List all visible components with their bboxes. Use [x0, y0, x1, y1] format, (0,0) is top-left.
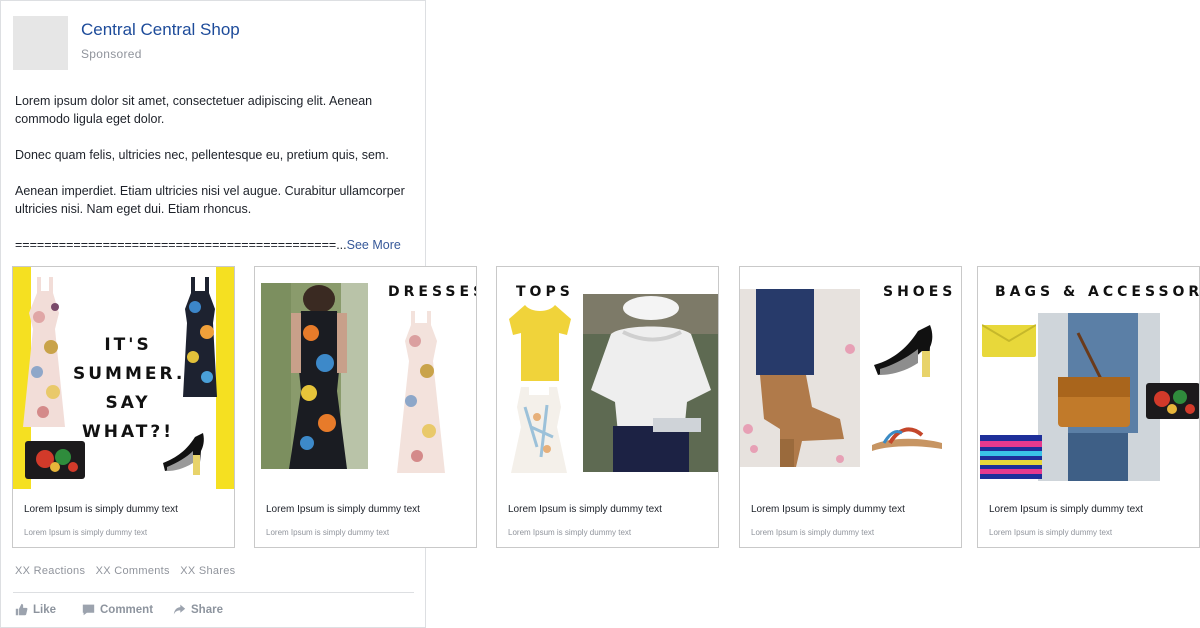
- card-title[interactable]: Lorem Ipsum is simply dummy text: [751, 504, 905, 515]
- see-more-link[interactable]: See More: [347, 238, 401, 252]
- card-image-summer[interactable]: IT'S SUMMER. SAY WHAT?!: [13, 267, 234, 489]
- summer-line: SAY: [105, 393, 151, 413]
- floral-maxi-dress-image: [397, 311, 445, 473]
- like-button[interactable]: Like: [15, 603, 56, 616]
- page-name-link[interactable]: Central Central Shop: [81, 20, 240, 40]
- card-image-dresses[interactable]: DRESSES: [255, 267, 476, 489]
- summer-line: SUMMER.: [73, 364, 186, 384]
- comment-label: Comment: [100, 603, 154, 616]
- carousel-card-bags[interactable]: BAGS & ACCESSORIES: [977, 266, 1200, 548]
- reactions-count[interactable]: XX Reactions: [15, 565, 85, 577]
- dark-floral-dress-image: [183, 277, 217, 397]
- yellow-clutch-image: [982, 324, 1036, 357]
- summer-line: WHAT?!: [81, 422, 175, 442]
- card-headline: BAGS & ACCESSORIES: [995, 284, 1199, 300]
- carousel-card-tops[interactable]: TOPS Lorem Ipsum is simply dummy text Lo…: [496, 266, 719, 548]
- black-heeled-sandal-image: [874, 325, 933, 377]
- post-body: Lorem ipsum dolor sit amet, consectetuer…: [15, 92, 415, 272]
- share-button[interactable]: Share: [173, 603, 223, 616]
- thumbs-up-icon: [15, 603, 28, 616]
- post-truncated-line: ========================================…: [15, 236, 415, 254]
- post-paragraph: Aenean imperdiet. Etiam ultricies nisi v…: [15, 184, 405, 216]
- share-arrow-icon: [173, 604, 186, 615]
- carousel-card-summer[interactable]: IT'S SUMMER. SAY WHAT?! Lorem Ipsum is s…: [12, 266, 235, 548]
- card-headline: SHOES: [883, 284, 957, 300]
- like-label: Like: [33, 603, 57, 616]
- carousel-card-dresses[interactable]: DRESSES Lorem Ipsum is simply dummy text…: [254, 266, 477, 548]
- model-crossbody-bag-photo: [1038, 313, 1160, 481]
- shares-count[interactable]: XX Shares: [180, 565, 235, 577]
- flat-sandal-image: [872, 427, 942, 451]
- card-title[interactable]: Lorem Ipsum is simply dummy text: [24, 504, 178, 515]
- comment-button[interactable]: Comment: [82, 603, 153, 616]
- truncated-text: ========================================…: [15, 238, 347, 252]
- card-description: Lorem Ipsum is simply dummy text: [508, 528, 632, 537]
- striped-clutch-image: [980, 435, 1042, 479]
- ad-preview-canvas: Central Central Shop Sponsored Lorem ips…: [0, 0, 1200, 628]
- post-paragraph: Lorem ipsum dolor sit amet, consectetuer…: [15, 94, 373, 126]
- pastel-print-top-image: [511, 387, 567, 473]
- card-image-bags[interactable]: BAGS & ACCESSORIES: [978, 267, 1199, 489]
- embroidered-bag-image: [1146, 383, 1199, 419]
- card-image-tops[interactable]: TOPS: [497, 267, 718, 489]
- comments-count[interactable]: XX Comments: [96, 565, 170, 577]
- sponsored-label: Sponsored: [81, 47, 142, 61]
- model-white-blouse-photo: [583, 294, 718, 472]
- carousel-card-shoes[interactable]: SHOES Lorem Ipsum is simply dummy text L…: [739, 266, 962, 548]
- card-description: Lorem Ipsum is simply dummy text: [266, 528, 390, 537]
- floral-dress-image: [23, 277, 65, 427]
- comment-icon: [82, 604, 95, 616]
- card-image-shoes[interactable]: SHOES: [740, 267, 961, 489]
- card-headline: DRESSES: [388, 284, 476, 300]
- card-title[interactable]: Lorem Ipsum is simply dummy text: [508, 504, 662, 515]
- card-title[interactable]: Lorem Ipsum is simply dummy text: [989, 504, 1143, 515]
- card-headline: TOPS: [516, 284, 574, 300]
- summer-headline: IT'S SUMMER. SAY WHAT?!: [73, 331, 183, 447]
- summer-line: IT'S: [104, 335, 152, 355]
- engagement-stats: XX Reactions XX Comments XX Shares: [15, 565, 242, 577]
- model-in-dress-photo: [261, 283, 368, 469]
- card-description: Lorem Ipsum is simply dummy text: [24, 528, 148, 537]
- share-label: Share: [191, 603, 223, 616]
- page-avatar[interactable]: [13, 16, 68, 70]
- card-description: Lorem Ipsum is simply dummy text: [751, 528, 875, 537]
- card-title[interactable]: Lorem Ipsum is simply dummy text: [266, 504, 420, 515]
- post-paragraph: Donec quam felis, ultricies nec, pellent…: [15, 148, 389, 162]
- model-heeled-sandal-photo: [740, 289, 860, 467]
- yellow-top-image: [509, 305, 571, 381]
- card-description: Lorem Ipsum is simply dummy text: [989, 528, 1113, 537]
- actions-divider: [13, 592, 414, 593]
